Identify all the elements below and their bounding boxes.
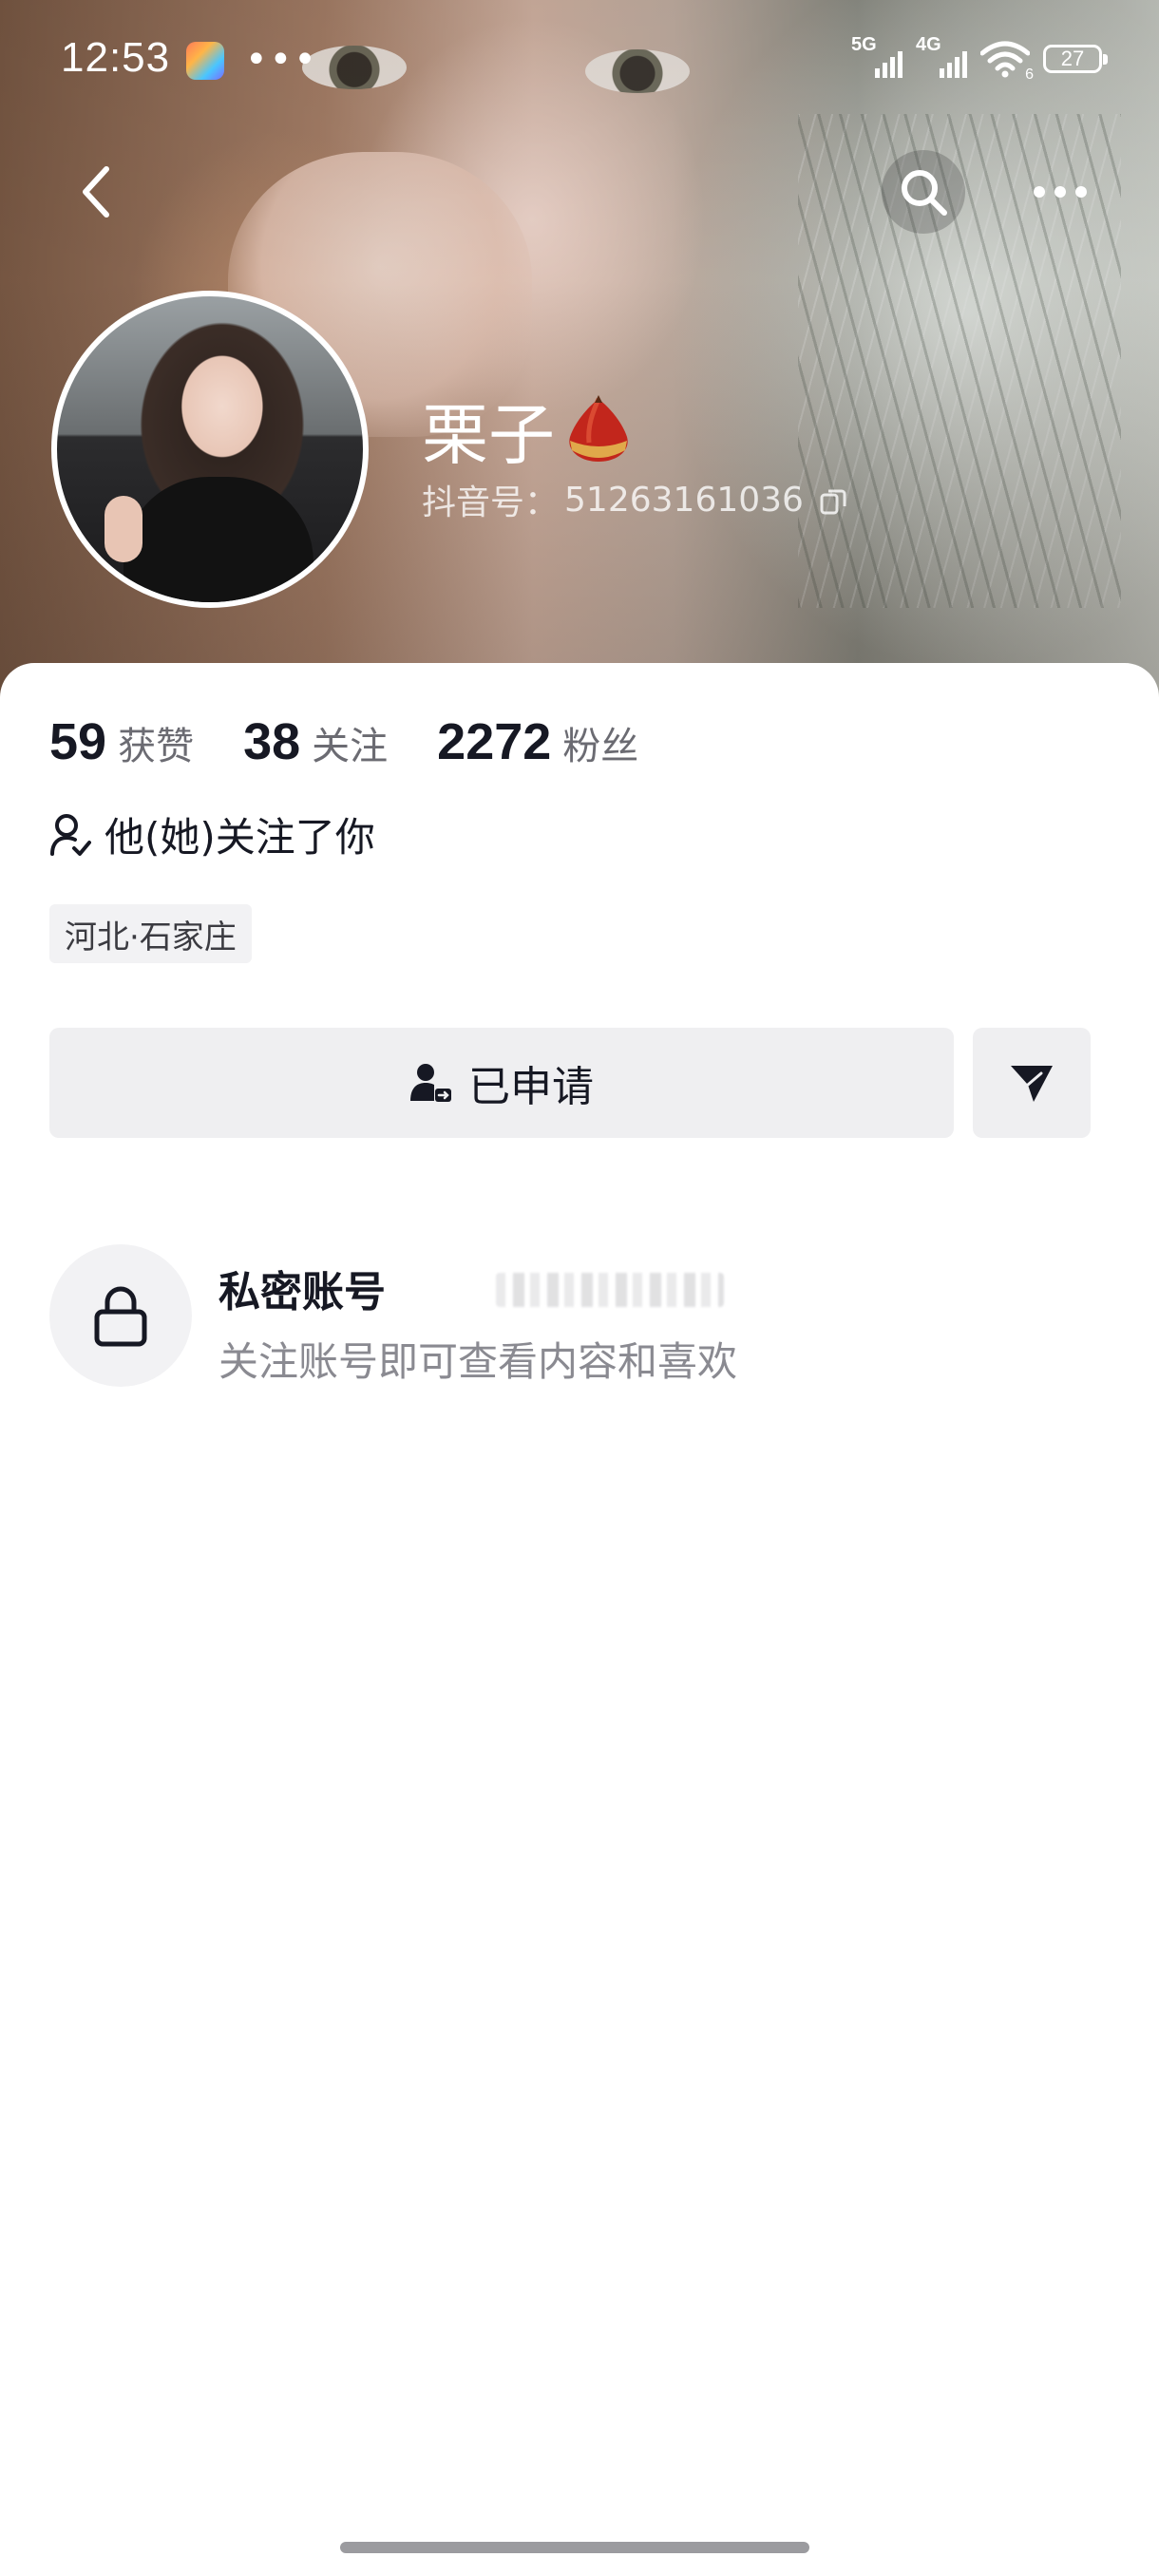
douyin-id-label: 抖音号： bbox=[422, 483, 560, 522]
follow-requested-label: 已申请 bbox=[468, 1063, 594, 1111]
back-button[interactable] bbox=[55, 150, 139, 234]
stat-following-value: 38 bbox=[243, 713, 301, 770]
location-text: 河北·石家庄 bbox=[65, 918, 237, 957]
signal-5g-label: 5G bbox=[851, 34, 877, 55]
stat-following[interactable]: 38 关注 bbox=[243, 712, 388, 771]
status-time: 12:53 bbox=[61, 34, 171, 81]
status-indicators: 5G 4G 6 27 bbox=[851, 34, 1108, 83]
stat-following-label: 关注 bbox=[312, 725, 389, 768]
copy-icon[interactable] bbox=[819, 485, 847, 515]
stat-followers-label: 粉丝 bbox=[562, 725, 639, 768]
battery-level: 27 bbox=[1060, 47, 1085, 70]
game-app-icon bbox=[186, 42, 224, 80]
stat-likes[interactable]: 59 获赞 bbox=[49, 712, 194, 771]
send-message-button[interactable] bbox=[973, 1028, 1091, 1138]
signal-5g-icon: 5G bbox=[851, 34, 902, 78]
follow-requested-button[interactable]: 已申请 bbox=[49, 1028, 954, 1138]
avatar-figure bbox=[124, 477, 314, 602]
wifi-icon: 6 bbox=[979, 40, 1034, 83]
avatar[interactable] bbox=[51, 291, 369, 608]
follows-you-text: 他(她)关注了你 bbox=[104, 814, 375, 861]
send-icon bbox=[1011, 1066, 1053, 1102]
user-pending-icon bbox=[410, 1064, 451, 1102]
chestnut-icon bbox=[562, 394, 635, 465]
home-indicator[interactable] bbox=[340, 2542, 809, 2553]
lock-icon bbox=[94, 1286, 147, 1347]
battery-icon: 27 bbox=[1043, 45, 1108, 73]
search-icon bbox=[902, 170, 947, 216]
private-account-notice: 私密账号 关注账号即可查看内容和喜欢 bbox=[49, 1244, 1094, 1396]
more-button[interactable] bbox=[1018, 150, 1102, 234]
profile-name-text: 栗子 bbox=[422, 396, 555, 474]
more-horizontal-icon bbox=[1034, 186, 1087, 198]
stat-likes-label: 获赞 bbox=[118, 725, 195, 768]
stat-followers-value: 2272 bbox=[437, 713, 552, 770]
wifi-sub-label: 6 bbox=[1025, 66, 1034, 83]
stat-likes-value: 59 bbox=[49, 713, 107, 770]
chevron-left-icon bbox=[83, 166, 109, 218]
stat-followers[interactable]: 2272 粉丝 bbox=[437, 712, 638, 771]
user-check-icon bbox=[50, 813, 91, 856]
cover-photo-eye-right bbox=[585, 49, 690, 93]
douyin-id-value: 51263161036 bbox=[564, 480, 804, 520]
stats-row: 59 获赞 38 关注 2272 粉丝 bbox=[49, 712, 688, 771]
douyin-id[interactable]: 抖音号： 51263161036 bbox=[422, 475, 847, 524]
redacted-overlay bbox=[496, 1273, 724, 1307]
lock-icon-badge bbox=[49, 1244, 192, 1387]
signal-4g-label: 4G bbox=[916, 34, 941, 55]
notification-more-icon: ••• bbox=[245, 38, 318, 82]
private-account-title: 私密账号 bbox=[218, 1268, 386, 1316]
location-tag[interactable]: 河北·石家庄 bbox=[49, 904, 252, 963]
profile-name: 栗子 bbox=[422, 382, 635, 478]
private-account-subtitle: 关注账号即可查看内容和喜欢 bbox=[218, 1338, 738, 1385]
search-button[interactable] bbox=[882, 150, 965, 234]
follows-you-note: 他(她)关注了你 bbox=[49, 805, 375, 863]
signal-4g-icon: 4G bbox=[916, 34, 967, 78]
avatar-hand bbox=[104, 496, 142, 562]
profile-content-card: 59 获赞 38 关注 2272 粉丝 他(她)关注了你 河北·石家庄 已申请 bbox=[0, 663, 1159, 2576]
